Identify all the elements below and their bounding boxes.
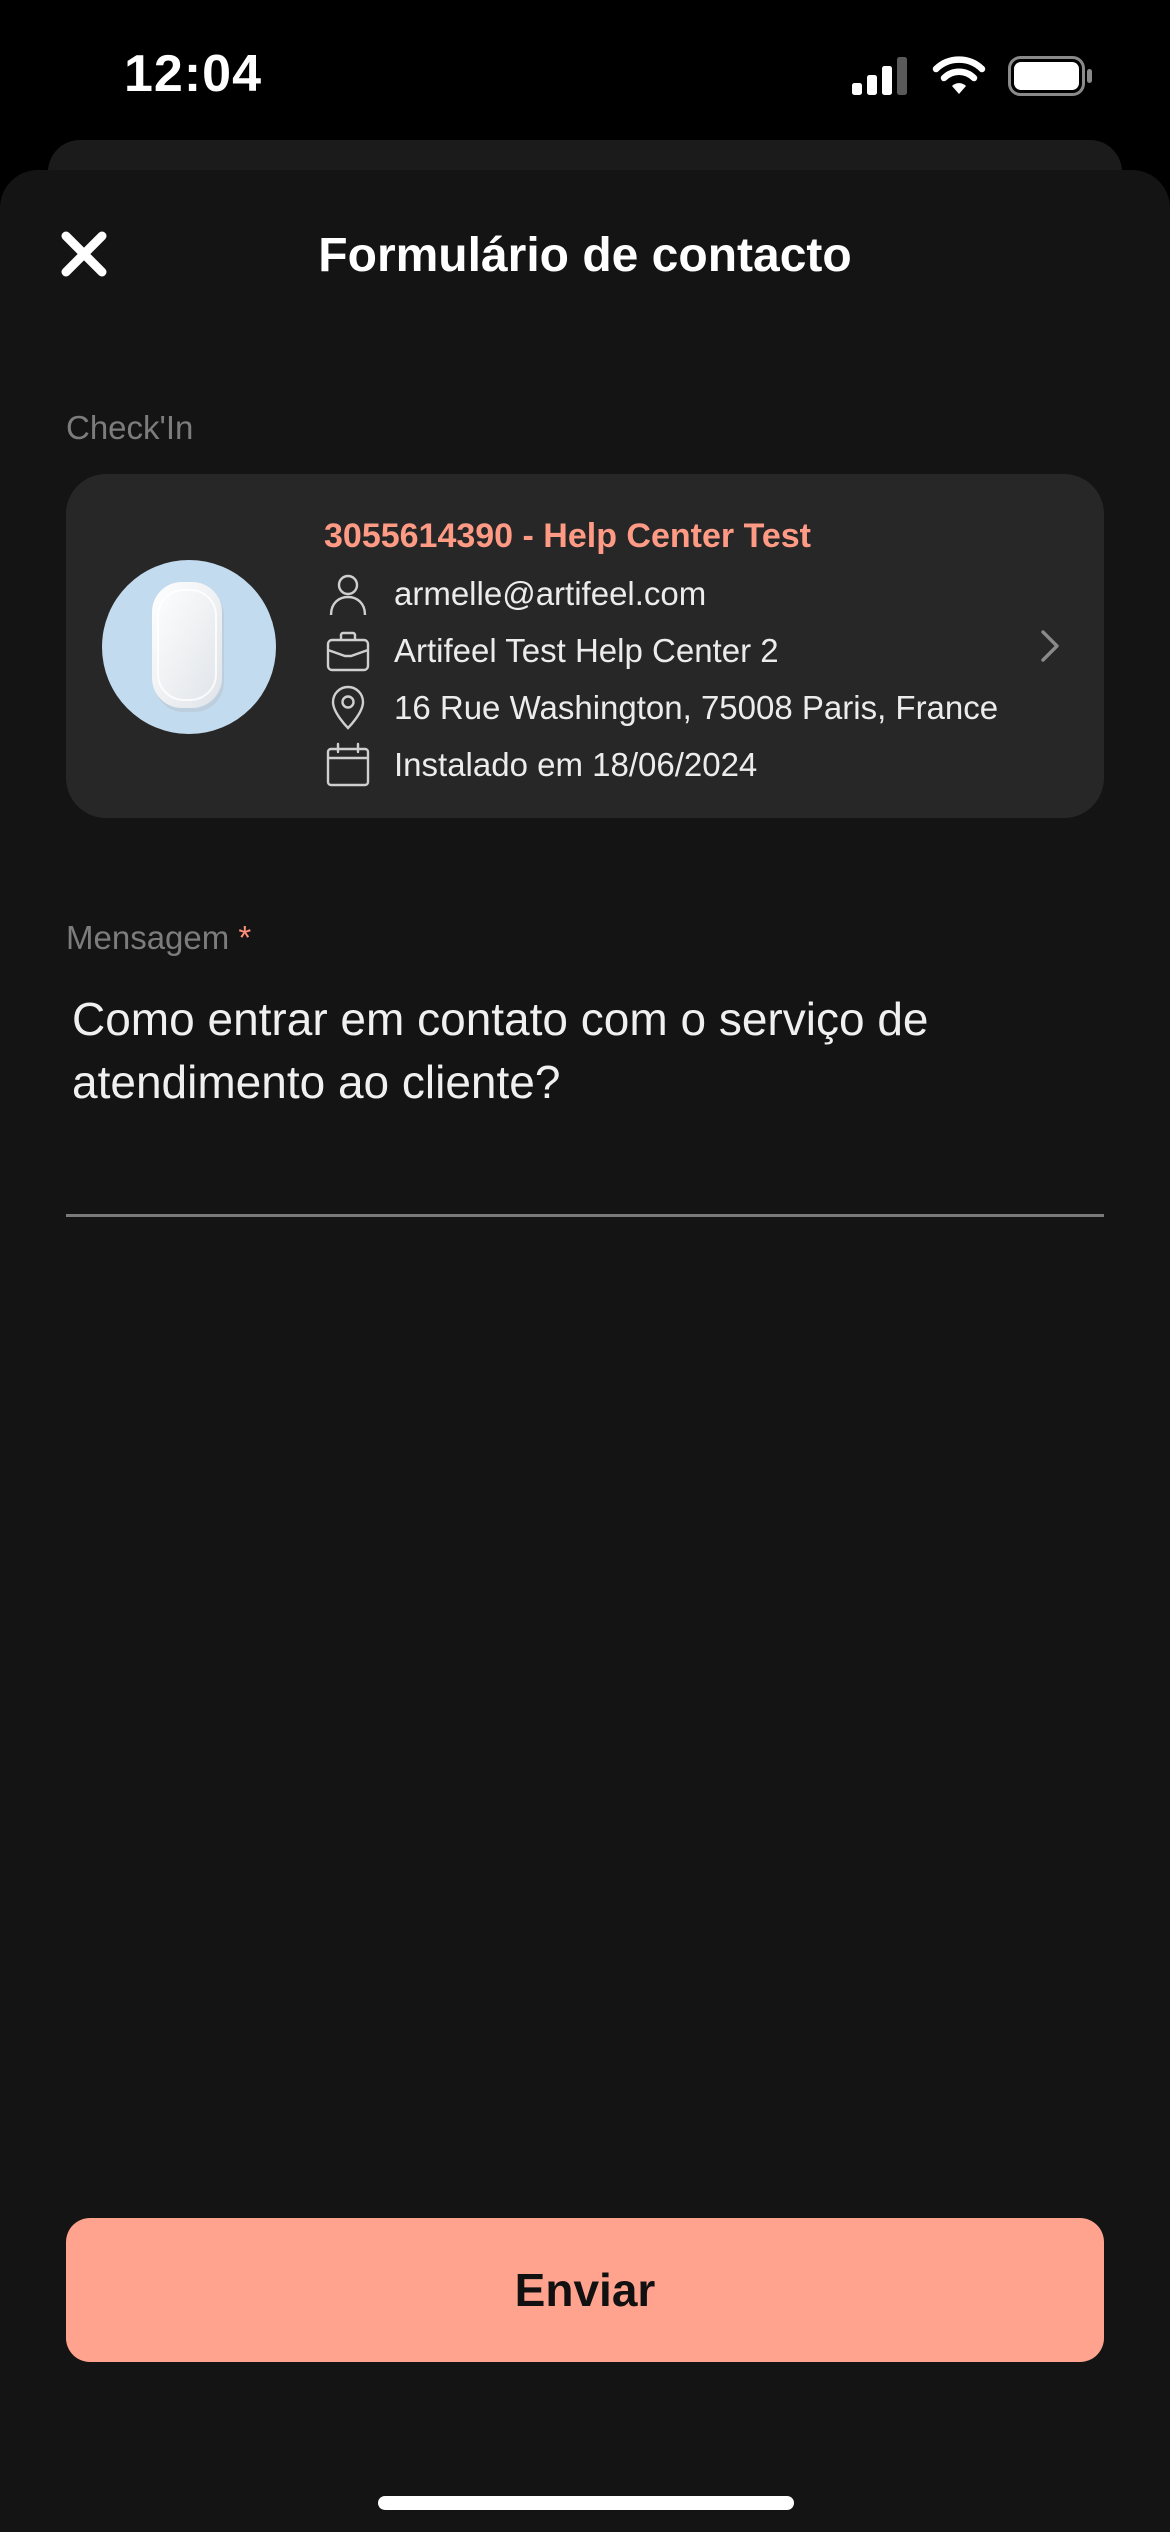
- help-center-text: Artifeel Test Help Center 2: [394, 632, 779, 669]
- device-avatar: [102, 560, 276, 734]
- status-icons: [852, 56, 1094, 96]
- screen: 12:04 Formulário de contacto Check'In 30…: [0, 0, 1170, 2532]
- message-underline: [66, 1214, 1104, 1217]
- calendar-icon: [324, 741, 372, 789]
- info-row-help-center: Artifeel Test Help Center 2: [324, 627, 779, 675]
- message-value: Como entrar em contato com o serviço de …: [72, 993, 929, 1108]
- submit-button[interactable]: Enviar: [66, 2218, 1104, 2362]
- address-text: 16 Rue Washington, 75008 Paris, France: [394, 689, 999, 726]
- status-bar: 12:04: [0, 0, 1170, 150]
- email-text: armelle@artifeel.com: [394, 575, 707, 612]
- user-icon: [324, 570, 372, 618]
- contact-form-sheet: Formulário de contacto Check'In 30556143…: [0, 170, 1170, 2532]
- installed-date-text: Instalado em 18/06/2024: [394, 746, 758, 783]
- home-indicator: [378, 2496, 794, 2510]
- briefcase-icon: [324, 627, 372, 675]
- checkin-label: Check'In: [66, 409, 194, 446]
- chevron-right-icon: [1026, 622, 1074, 670]
- checkin-card[interactable]: 3055614390 - Help Center Test armelle@ar…: [66, 474, 1104, 818]
- wifi-icon: [932, 56, 986, 94]
- message-textarea[interactable]: Como entrar em contato com o serviço de …: [66, 970, 1104, 1218]
- page-title: Formulário de contacto: [318, 229, 852, 282]
- info-row-email: armelle@artifeel.com: [324, 570, 706, 618]
- required-marker: *: [238, 919, 252, 956]
- device-image: [152, 582, 224, 712]
- status-time: 12:04: [124, 45, 262, 103]
- info-row-address: 16 Rue Washington, 75008 Paris, France: [324, 684, 998, 732]
- battery-icon: [1008, 56, 1092, 96]
- signal-icon: [852, 57, 907, 95]
- submit-label: Enviar: [514, 2264, 656, 2316]
- message-label-text: Mensagem: [66, 919, 230, 956]
- device-title: 3055614390 - Help Center Test: [324, 517, 811, 555]
- message-label: Mensagem *: [66, 918, 251, 958]
- info-row-installed: Instalado em 18/06/2024: [324, 741, 757, 789]
- location-pin-icon: [324, 684, 372, 732]
